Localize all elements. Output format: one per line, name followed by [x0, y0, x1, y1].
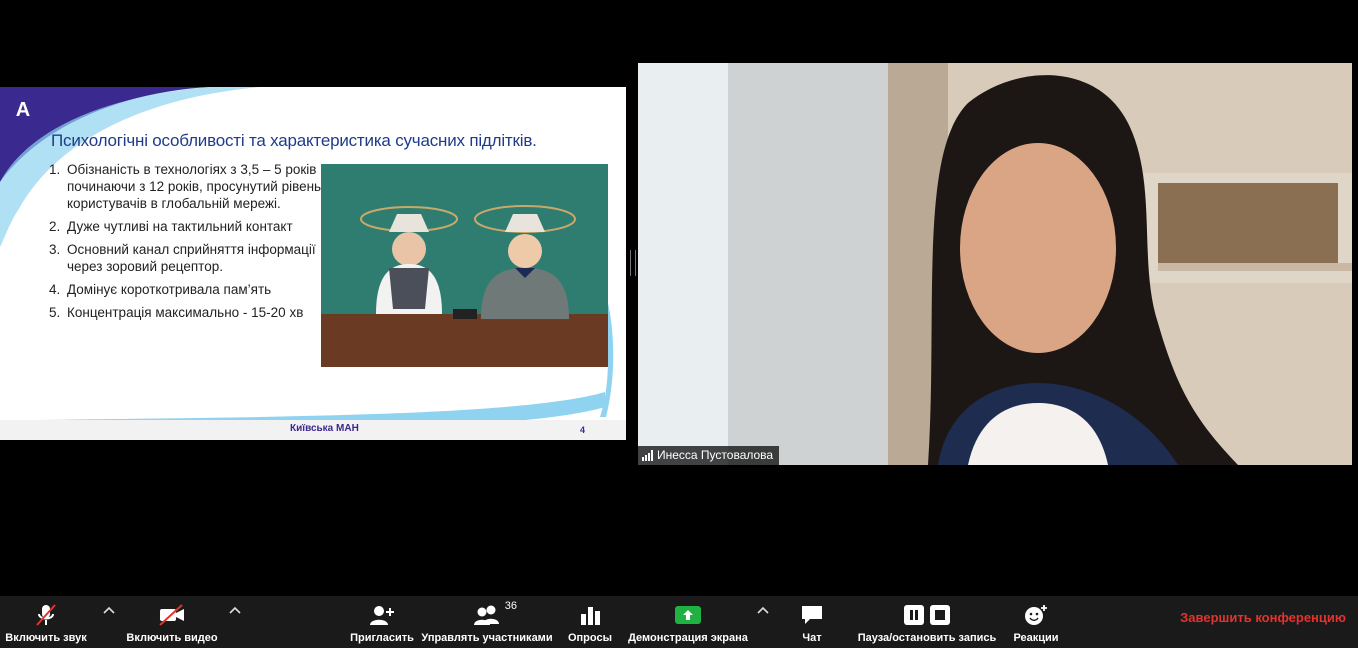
slide-footer-name: Київська МАН	[290, 423, 359, 434]
audio-options-chevron-up-icon[interactable]	[101, 604, 117, 620]
slide-list-item: Основний канал сприйняття інформації чер…	[64, 241, 334, 275]
manage-participants-label: Управлять участниками	[421, 632, 553, 644]
recording-label: Пауза/остановить запись	[857, 632, 997, 644]
pause-stop-recording-button[interactable]: Пауза/остановить запись	[856, 596, 998, 648]
pause-icon[interactable]	[904, 605, 924, 625]
reactions-button[interactable]: Реакции	[1010, 596, 1062, 648]
video-frame	[638, 63, 1352, 465]
participant-video[interactable]: Инесса Пустовалова	[638, 63, 1352, 465]
participant-name-tag: Инесса Пустовалова	[638, 446, 780, 465]
slide-list-item: Концентрація максимально - 15-20 хв	[64, 304, 334, 321]
recording-controls	[904, 602, 950, 628]
start-video-label: Включить видео	[126, 632, 218, 644]
polls-button[interactable]: Опросы	[564, 596, 616, 648]
participants-icon: 36	[473, 600, 517, 628]
slide-list-item: Домінує короткотривала пам’ять	[64, 281, 334, 298]
video-options-chevron-up-icon[interactable]	[227, 604, 243, 620]
meeting-toolbar: Включить звук Включить видео Пригласить …	[0, 596, 1358, 648]
slide-title: Психологічні особливості та характеристи…	[51, 131, 537, 150]
shared-slide: A Психологічні особливості та характерис…	[0, 87, 626, 440]
smiley-add-icon	[1023, 602, 1049, 628]
start-video-button[interactable]: Включить видео	[124, 596, 220, 648]
share-screen-icon	[674, 602, 702, 628]
split-view-handle[interactable]	[630, 250, 636, 276]
invite-button[interactable]: Пригласить	[348, 596, 416, 648]
microphone-muted-icon	[35, 602, 57, 628]
chat-bubble-icon	[800, 602, 824, 628]
share-screen-label: Демонстрация экрана	[628, 632, 748, 644]
camera-off-icon	[158, 602, 186, 628]
participant-name: Инесса Пустовалова	[657, 448, 774, 462]
slide-photo	[321, 164, 608, 367]
poll-chart-icon	[579, 602, 601, 628]
chat-button[interactable]: Чат	[792, 596, 832, 648]
chat-label: Чат	[802, 632, 822, 644]
slide-list: Обізнаність в технологіях з 3,5 – 5 рокі…	[44, 161, 334, 327]
end-meeting-button[interactable]: Завершить конференцию	[1180, 610, 1346, 625]
invite-label: Пригласить	[350, 632, 414, 644]
stop-icon[interactable]	[930, 605, 950, 625]
man-logo: A	[2, 89, 44, 131]
manage-participants-button[interactable]: 36 Управлять участниками	[420, 596, 554, 648]
share-screen-button[interactable]: Демонстрация экрана	[626, 596, 750, 648]
slide-list-item: Обізнаність в технологіях з 3,5 – 5 рокі…	[64, 161, 334, 212]
signal-bars-icon	[642, 450, 653, 461]
polls-label: Опросы	[567, 632, 612, 644]
slide-list-item: Дуже чутливі на тактильний контакт	[64, 218, 334, 235]
unmute-label: Включить звук	[5, 632, 87, 644]
reactions-label: Реакции	[1013, 632, 1059, 644]
add-user-icon	[369, 602, 395, 628]
participants-count: 36	[504, 600, 517, 612]
slide-page-number: 4	[580, 425, 586, 435]
share-options-chevron-up-icon[interactable]	[755, 604, 771, 620]
unmute-button[interactable]: Включить звук	[0, 596, 92, 648]
